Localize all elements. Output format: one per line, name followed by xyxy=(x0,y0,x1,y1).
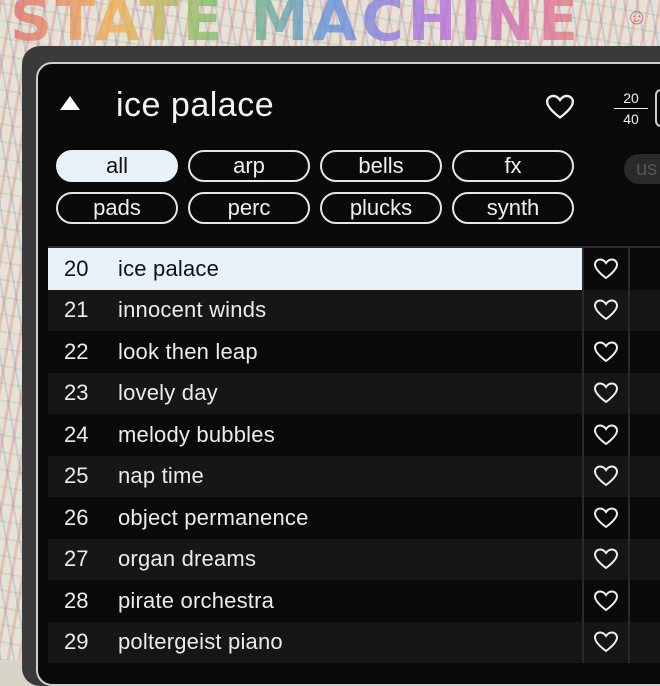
row-extra-cell xyxy=(628,414,660,456)
heart-outline-icon xyxy=(594,548,618,570)
row-favorite-button[interactable] xyxy=(582,331,628,373)
row-extra-cell xyxy=(628,372,660,414)
preset-number: 22 xyxy=(64,338,89,364)
preset-row[interactable]: 22 look then leap xyxy=(48,331,660,373)
preset-number: 20 xyxy=(64,255,89,281)
heart-outline-icon xyxy=(594,507,618,529)
browser-header: ice palace 20 40 xyxy=(38,64,660,136)
preset-number: 29 xyxy=(64,629,89,655)
row-favorite-button[interactable] xyxy=(582,538,628,580)
heart-outline-icon xyxy=(594,258,618,280)
preset-row[interactable]: 28 pirate orchestra xyxy=(48,580,660,622)
row-favorite-button[interactable] xyxy=(582,414,628,456)
preset-browser: ice palace 20 40 all arp bells fx pads p… xyxy=(36,62,660,686)
preset-row[interactable]: 21 innocent winds xyxy=(48,289,660,331)
filter-synth[interactable]: synth xyxy=(452,192,574,224)
preset-name: innocent winds xyxy=(118,297,267,323)
preset-row[interactable]: 27 organ dreams xyxy=(48,538,660,580)
row-extra-cell xyxy=(628,497,660,539)
heart-outline-icon xyxy=(594,299,618,321)
preset-name: look then leap xyxy=(118,338,258,364)
filter-user[interactable]: us xyxy=(624,154,660,184)
counter-divider xyxy=(614,108,648,109)
row-extra-cell xyxy=(628,538,660,580)
preset-name: lovely day xyxy=(118,380,218,406)
row-extra-cell xyxy=(628,455,660,497)
preset-row[interactable]: 20 ice palace xyxy=(48,248,660,290)
preset-row[interactable]: 25 nap time xyxy=(48,455,660,497)
heart-outline-icon xyxy=(594,631,618,653)
filter-fx[interactable]: fx xyxy=(452,150,574,182)
favorite-heart-icon[interactable] xyxy=(546,94,574,120)
row-favorite-button[interactable] xyxy=(582,580,628,622)
filter-perc[interactable]: perc xyxy=(188,192,310,224)
row-favorite-button[interactable] xyxy=(582,497,628,539)
preset-number: 25 xyxy=(64,463,89,489)
row-extra-cell xyxy=(628,580,660,622)
heart-outline-icon xyxy=(594,341,618,363)
row-favorite-button[interactable] xyxy=(582,289,628,331)
preset-name: melody bubbles xyxy=(118,421,275,447)
preset-name: poltergeist piano xyxy=(118,629,283,655)
smiley-doodle-icon: ☺ xyxy=(625,4,648,29)
heart-outline-icon xyxy=(594,590,618,612)
row-favorite-button[interactable] xyxy=(582,372,628,414)
preset-number: 27 xyxy=(64,546,89,572)
row-extra-cell xyxy=(628,621,660,663)
preset-number: 26 xyxy=(64,504,89,530)
preset-row[interactable]: 23 lovely day xyxy=(48,372,660,414)
preset-name: organ dreams xyxy=(118,546,257,572)
row-extra-cell xyxy=(628,289,660,331)
preset-number: 21 xyxy=(64,297,89,323)
preset-number: 23 xyxy=(64,380,89,406)
preset-name: ice palace xyxy=(118,255,220,281)
preset-number: 28 xyxy=(64,587,89,613)
filter-plucks[interactable]: plucks xyxy=(320,192,442,224)
preset-counter: 20 40 xyxy=(614,90,648,127)
filter-arp[interactable]: arp xyxy=(188,150,310,182)
filter-bells[interactable]: bells xyxy=(320,150,442,182)
heart-outline-icon xyxy=(594,424,618,446)
counter-total: 40 xyxy=(623,111,639,127)
preset-name: pirate orchestra xyxy=(118,587,275,613)
row-favorite-button[interactable] xyxy=(582,455,628,497)
preset-number: 24 xyxy=(64,421,89,447)
row-extra-cell xyxy=(628,331,660,373)
preset-name: object permanence xyxy=(118,504,309,530)
brand-banner: STATE MACHINE xyxy=(10,0,650,46)
heart-outline-icon xyxy=(594,382,618,404)
preset-row[interactable]: 29 poltergeist piano xyxy=(48,621,660,663)
row-extra-cell xyxy=(628,248,660,290)
preset-row[interactable]: 24 melody bubbles xyxy=(48,414,660,456)
filter-all[interactable]: all xyxy=(56,150,178,182)
current-preset-title: ice palace xyxy=(116,86,275,124)
row-favorite-button[interactable] xyxy=(582,248,628,290)
counter-current: 20 xyxy=(623,90,639,106)
preset-name: nap time xyxy=(118,463,204,489)
row-favorite-button[interactable] xyxy=(582,621,628,663)
heart-outline-icon xyxy=(594,465,618,487)
filter-pads[interactable]: pads xyxy=(56,192,178,224)
collapse-triangle-icon[interactable] xyxy=(60,96,80,110)
preset-list: 20 ice palace 21 innocent winds 22 look the… xyxy=(48,246,660,663)
window-control-button[interactable] xyxy=(655,89,660,127)
preset-row[interactable]: 26 object permanence xyxy=(48,497,660,539)
